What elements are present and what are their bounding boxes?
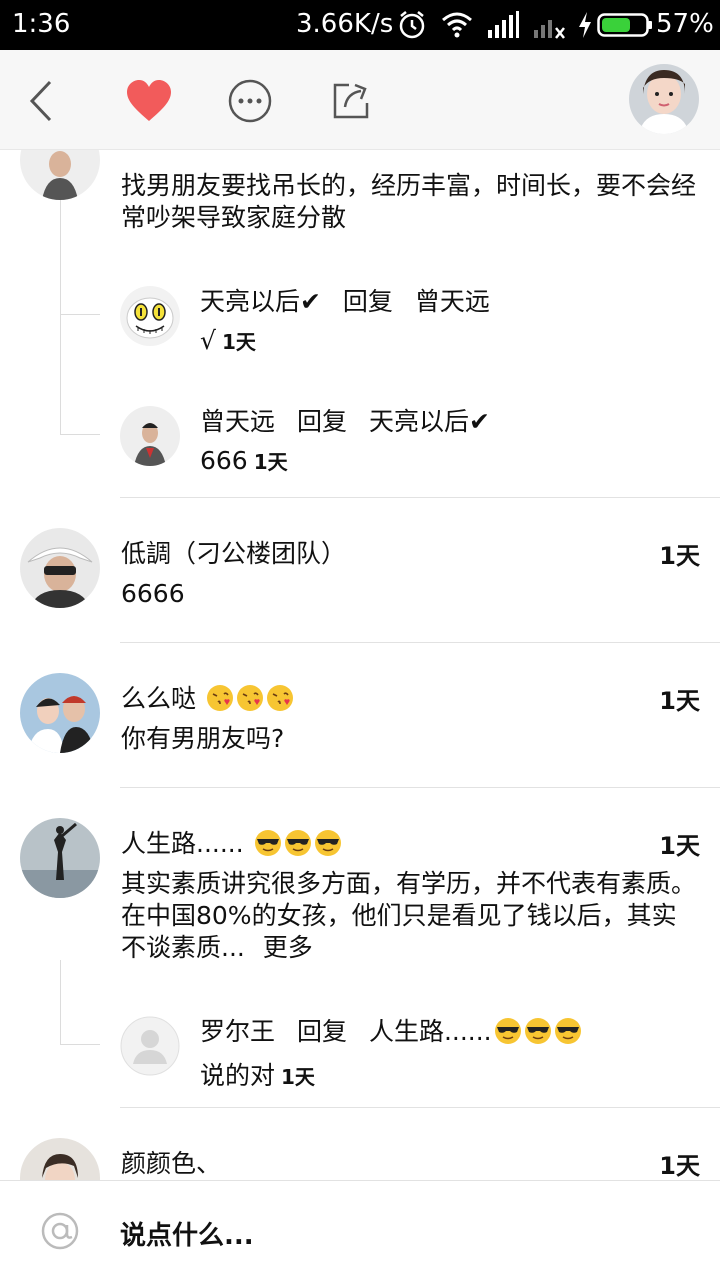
battery-icon — [597, 13, 652, 37]
reply-body: 说的对 1天 — [200, 1056, 315, 1092]
comment-input-placeholder[interactable]: 说点什么... — [120, 1215, 254, 1252]
divider — [120, 1107, 720, 1108]
sunglasses-emoji-icon — [554, 1018, 581, 1044]
comment-text: 找男朋友要找吊长的，经历丰富，时间长，要不会经常吵架导致家庭分散 — [121, 171, 697, 232]
avatar[interactable] — [20, 528, 100, 608]
comment-author[interactable]: 么么哒 — [121, 679, 294, 715]
divider — [120, 642, 720, 643]
comment-text: 其实素质讲究很多方面，有学历，并不代表有素质。在中国80%的女孩，他们只是看见了… — [121, 868, 701, 964]
sunglasses-emoji-icon — [524, 1018, 551, 1044]
reply-word: 回复 — [342, 287, 393, 316]
back-icon — [29, 80, 52, 122]
reply-time: 1天 — [253, 450, 288, 474]
signal-x-icon — [534, 20, 565, 39]
thread-branch — [60, 1044, 100, 1045]
avatar[interactable] — [20, 1138, 100, 1180]
avatar-image — [20, 818, 100, 898]
reply-target[interactable]: 曾天远 — [415, 287, 490, 316]
comment-input-bar[interactable]: 说点什么... — [0, 1180, 720, 1280]
avatar-image — [20, 673, 100, 753]
comment-time: 1天 — [659, 687, 700, 715]
reply-target[interactable]: 人生路...... — [369, 1017, 582, 1046]
kiss-emoji-icon — [266, 685, 293, 711]
avatar-image — [20, 1138, 100, 1180]
comment-author[interactable]: 颜颜色、 — [121, 1144, 221, 1180]
comment-author[interactable]: 人生路...... — [121, 824, 342, 860]
reply-header: 曾天远 回复 天亮以后✔ — [200, 402, 490, 438]
sunglasses-emoji-icon — [284, 830, 311, 856]
reply-author[interactable]: 曾天远 — [200, 407, 275, 436]
avatar[interactable] — [20, 818, 100, 898]
reply-header: 罗尔王 回复 人生路...... — [200, 1012, 582, 1048]
more-link[interactable]: 更多 — [263, 933, 313, 962]
signal-icon — [488, 11, 519, 38]
thread-line — [60, 200, 61, 434]
reply-header: 天亮以后✔ 回复 曾天远 — [200, 282, 490, 318]
status-time: 1:36 — [12, 9, 71, 39]
avatar[interactable] — [120, 286, 180, 346]
avatar[interactable] — [120, 406, 180, 466]
back-button[interactable] — [16, 76, 66, 126]
top-toolbar — [0, 50, 720, 150]
comment-text-content: 其实素质讲究很多方面，有学历，并不代表有素质。在中国80%的女孩，他们只是看见了… — [121, 869, 697, 962]
reply-target[interactable]: 天亮以后✔ — [369, 407, 490, 436]
like-button[interactable] — [124, 76, 174, 126]
reply-text: 说的对 — [200, 1061, 276, 1090]
reply-time: 1天 — [221, 330, 256, 354]
share-icon — [333, 83, 369, 119]
divider — [120, 497, 720, 498]
avatar-image — [629, 64, 699, 134]
avatar-image — [120, 286, 180, 346]
avatar-image — [120, 406, 180, 466]
more-icon — [228, 79, 272, 123]
reply-time: 1天 — [281, 1065, 315, 1089]
reply-author[interactable]: 罗尔王 — [200, 1017, 275, 1046]
divider — [120, 787, 720, 788]
reply-text: 666 — [200, 446, 248, 475]
avatar-image — [20, 528, 100, 608]
avatar-image — [20, 150, 100, 200]
status-bar: 1:36 3.66K/s 57% — [0, 0, 720, 50]
comment-text: 6666 — [121, 579, 185, 608]
battery-percent: 57% — [656, 9, 714, 39]
reply-word: 回复 — [296, 1017, 347, 1046]
comment-time: 1天 — [659, 832, 700, 860]
reply-body: 666 1天 — [200, 446, 288, 475]
network-speed: 3.66K/s — [296, 9, 394, 39]
heart-icon — [127, 80, 171, 121]
comment-time: 1天 — [659, 542, 700, 570]
avatar[interactable] — [20, 673, 100, 753]
kiss-emoji-icon — [236, 685, 263, 711]
avatar[interactable] — [20, 150, 100, 200]
sunglasses-emoji-icon — [494, 1018, 521, 1044]
sunglasses-emoji-icon — [314, 830, 341, 856]
comment-list: 找男朋友要找吊长的，经历丰富，时间长，要不会经常吵架导致家庭分散 天亮以后✔ 回… — [0, 150, 720, 1180]
default-avatar-icon — [120, 1016, 180, 1076]
charging-icon — [579, 12, 591, 38]
user-avatar[interactable] — [629, 64, 699, 134]
comment-text: 你有男朋友吗? — [121, 724, 285, 753]
at-mention-icon[interactable] — [40, 1211, 80, 1251]
thread-line — [60, 960, 61, 1044]
comment-time: 1天 — [659, 1152, 700, 1180]
alarm-icon — [399, 11, 425, 39]
avatar[interactable] — [120, 1016, 180, 1076]
reply-word: 回复 — [296, 407, 347, 436]
reply-author[interactable]: 天亮以后✔ — [200, 287, 321, 316]
kiss-emoji-icon — [206, 685, 233, 711]
wifi-icon — [442, 12, 472, 38]
reply-text: √ — [200, 326, 216, 355]
more-button[interactable] — [225, 76, 275, 126]
thread-branch — [60, 434, 100, 435]
sunglasses-emoji-icon — [254, 830, 281, 856]
share-button[interactable] — [326, 76, 376, 126]
comment-author[interactable]: 低調（刁公楼团队） — [121, 534, 346, 570]
thread-branch — [60, 314, 100, 315]
reply-body: √ 1天 — [200, 326, 256, 355]
